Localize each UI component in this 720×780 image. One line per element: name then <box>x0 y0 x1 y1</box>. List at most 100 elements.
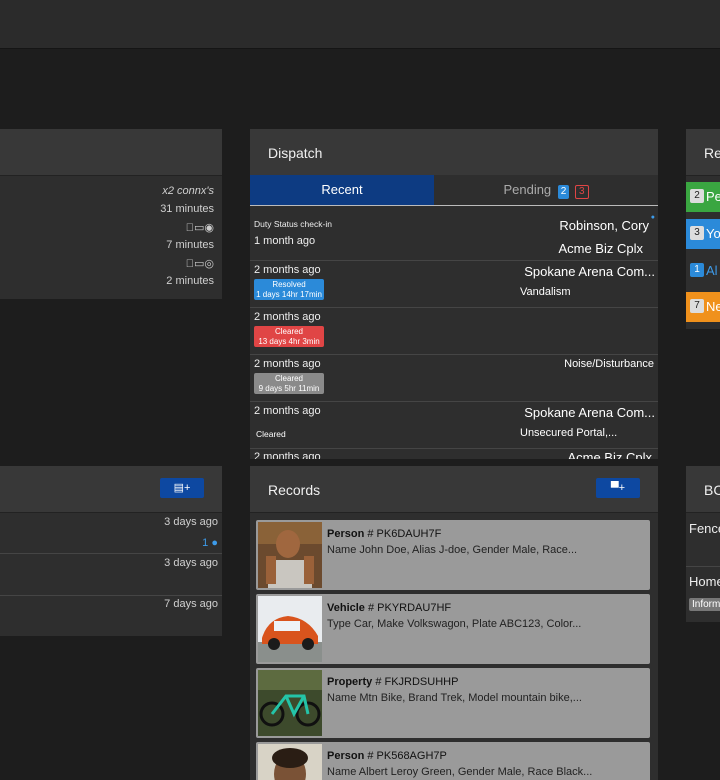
records-title: Records <box>268 482 321 498</box>
top-navbar <box>0 0 720 49</box>
status-badge-resolved: Resolved 1 days 14hr 17min <box>254 279 324 300</box>
safari-icon: ◎ <box>204 258 214 270</box>
status-duration: 9 days 5hr 11min <box>258 384 320 393</box>
list-item-label: Pe <box>706 189 720 204</box>
left-top-panel-header <box>0 129 222 176</box>
info-icon: ● <box>650 214 655 221</box>
count-badge: 2 <box>690 189 704 203</box>
list-item[interactable]: 3 Yo <box>686 219 720 249</box>
pending-count-red: 3 <box>574 185 589 199</box>
time-ago: 3 days ago <box>164 516 218 528</box>
dispatch-item-name: Robinson, Cory <box>559 218 649 233</box>
list-item[interactable]: 7 Ne <box>686 292 720 322</box>
right-bottom-panel-title: BC <box>704 482 720 498</box>
dispatch-item[interactable]: Duty Status check-in 1 month ago Robinso… <box>250 206 658 260</box>
connections-label: x2 connx's <box>162 185 214 197</box>
count-badge: 1 <box>690 263 704 277</box>
count-badge: 3 <box>690 226 704 240</box>
chrome-icon: ◉ <box>204 222 214 234</box>
dispatch-item[interactable]: 2 months ago Cleared 13 days 4hr 3min <box>250 308 658 354</box>
time-ago: 3 days ago <box>164 557 218 569</box>
archive-add-icon: ▀+ <box>610 482 626 494</box>
dispatch-title: Dispatch <box>268 145 323 161</box>
record-type: Person <box>327 750 365 762</box>
dispatch-panel: Dispatch Recent Pending 2 3 Duty Status … <box>250 129 658 459</box>
info-badge: Inform <box>689 598 720 611</box>
time-ago: 7 days ago <box>164 598 218 610</box>
dispatch-item[interactable]: 2 months ago Resolved 1 days 14hr 17min … <box>250 261 658 307</box>
comment-count[interactable]: 1 ● <box>202 537 218 549</box>
status-text: Cleared <box>274 327 303 336</box>
record-type: Person <box>327 528 365 540</box>
laptop-icon: ▭ <box>193 222 205 234</box>
bike-photo <box>258 670 322 736</box>
record-id: # FKJRDSUHHP <box>375 676 459 688</box>
add-button[interactable]: ▤+ <box>160 478 204 498</box>
apple-icon:  <box>186 222 194 234</box>
status-duration: 1 days 14hr 17min <box>256 290 322 299</box>
vehicle-photo <box>258 596 322 662</box>
right-top-panel-title: Re <box>704 145 720 161</box>
dispatch-item-type: Unsecured Portal,... <box>520 427 618 439</box>
records-header: Records ▀+ <box>250 466 658 513</box>
dispatch-item-time: 1 month ago <box>254 235 316 247</box>
record-card[interactable]: Person # PK6DAUH7F Name John Doe, Alias … <box>256 520 650 590</box>
right-top-panel-header: Re <box>686 129 720 176</box>
dispatch-item-time: 2 months ago <box>254 358 321 370</box>
divider <box>686 566 720 567</box>
left-bottom-panel: ▤+ 3 days ago 1 ● 3 days ago 7 days ago <box>0 466 222 636</box>
record-card[interactable]: Vehicle # PKYRDAU7HF Type Car, Make Volk… <box>256 594 650 664</box>
dispatch-item-location: Acme Biz Cplx <box>567 450 652 459</box>
dispatch-item-location: Spokane Arena Com... <box>524 405 655 420</box>
record-card[interactable]: Person # PK568AGH7P Name Albert Leroy Gr… <box>256 742 650 780</box>
record-id: # PKYRDAU7HF <box>367 602 452 614</box>
right-bottom-panel: BC Fence Home Inform <box>686 466 720 622</box>
record-id: # PK568AGH7P <box>367 750 447 762</box>
laptop-icon: ▭ <box>193 258 205 270</box>
device-icons: ▭◎ <box>186 257 214 270</box>
time-ago: 31 minutes <box>160 203 214 215</box>
person-photo <box>258 522 322 588</box>
record-title: Person # PK568AGH7P <box>327 750 447 762</box>
time-ago: 2 minutes <box>166 275 214 287</box>
tab-pending-label: Pending <box>503 182 552 197</box>
list-item[interactable]: 2 Pe <box>686 182 720 212</box>
tab-pending[interactable]: Pending 2 3 <box>434 175 658 205</box>
record-title: Vehicle # PKYRDAU7HF <box>327 602 451 614</box>
time-ago: 7 minutes <box>166 239 214 251</box>
dispatch-item[interactable]: 2 months ago Cleared Spokane Arena Com..… <box>250 402 658 448</box>
status-badge-cleared: Cleared 9 days 5hr 11min <box>254 373 324 394</box>
dispatch-item-location: Spokane Arena Com... <box>524 264 655 279</box>
dispatch-item-label: Duty Status check-in <box>254 219 332 229</box>
list-item-label: Ne <box>706 299 720 314</box>
dispatch-item[interactable]: 2 months ago Cleared 9 days 5hr 11min No… <box>250 355 658 401</box>
tab-recent[interactable]: Recent <box>250 175 434 205</box>
dispatch-item-location: Acme Biz Cplx <box>558 241 643 256</box>
status-duration: 13 days 4hr 3min <box>258 337 320 346</box>
pending-count-blue: 2 <box>557 185 570 199</box>
count-badge: 7 <box>690 299 704 313</box>
bolo-item-title[interactable]: Fence <box>689 521 720 536</box>
left-top-panel: x2 connx's 31 minutes ▭◉ 7 minutes ▭◎ … <box>0 129 222 299</box>
apple-icon:  <box>186 258 194 270</box>
right-bottom-panel-header: BC <box>686 466 720 513</box>
add-record-button[interactable]: ▀+ <box>596 478 640 498</box>
list-item[interactable]: 1 Al <box>686 256 720 286</box>
status-text: Resolved <box>272 280 306 289</box>
record-desc: Name Mtn Bike, Brand Trek, Model mountai… <box>327 692 582 704</box>
bolo-item-title[interactable]: Home <box>689 574 720 589</box>
divider <box>0 553 222 554</box>
dispatch-item-time: 2 months ago <box>254 405 321 417</box>
record-card[interactable]: Property # FKJRDSUHHP Name Mtn Bike, Bra… <box>256 668 650 738</box>
records-panel: Records ▀+ Person # PK6DAUH7F Name John … <box>250 466 658 780</box>
divider <box>250 448 658 449</box>
record-desc: Type Car, Make Volkswagon, Plate ABC123,… <box>327 618 582 630</box>
record-desc: Name Albert Leroy Green, Gender Male, Ra… <box>327 766 593 778</box>
comment-count-value: 1 <box>202 537 209 549</box>
status-badge-cleared: Cleared 13 days 4hr 3min <box>254 326 324 347</box>
list-item-label: Al <box>706 263 718 278</box>
status-text-cleared: Cleared <box>256 429 286 439</box>
person-photo <box>258 744 322 780</box>
comment-icon: ● <box>211 537 218 549</box>
dispatch-item-type: Vandalism <box>520 286 571 298</box>
